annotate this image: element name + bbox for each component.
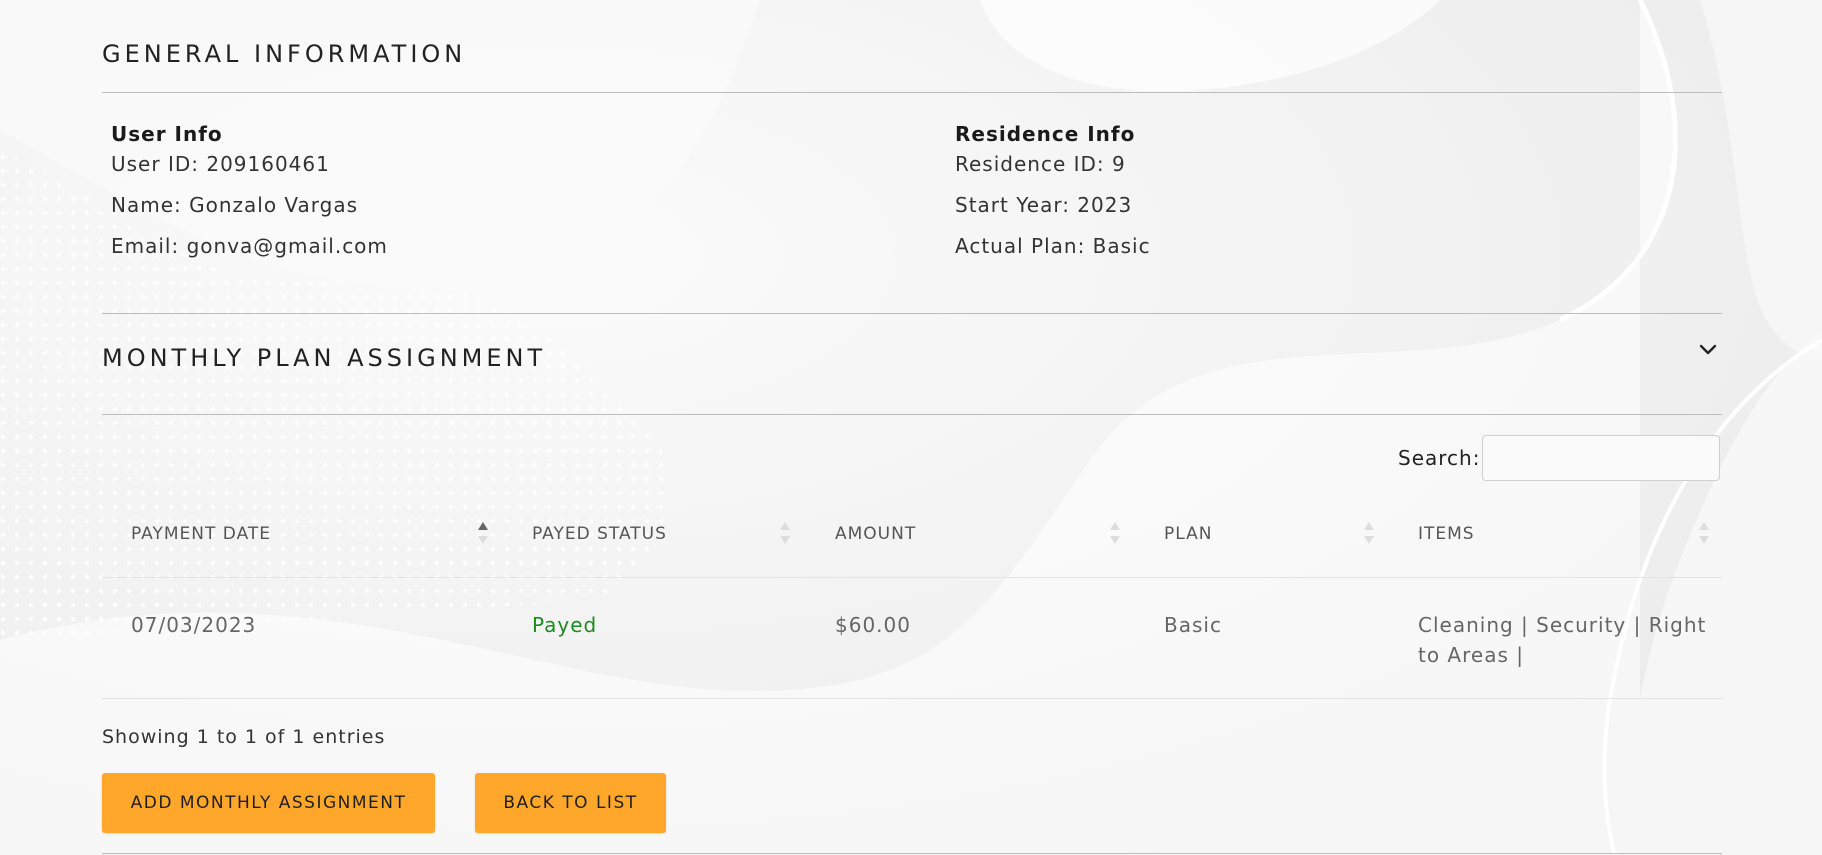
actual-plan-text: Actual Plan: Basic <box>955 234 1151 258</box>
column-header-payed-status[interactable]: PAYED STATUS <box>532 524 667 544</box>
search-input[interactable] <box>1482 435 1720 481</box>
divider <box>102 414 1722 415</box>
search-label: Search: <box>1398 446 1481 470</box>
divider <box>102 92 1722 93</box>
cell-items-line-2: to Areas | <box>1418 643 1524 667</box>
add-monthly-assignment-button[interactable]: ADD MONTHLY ASSIGNMENT <box>102 773 435 833</box>
cell-payment-date: 07/03/2023 <box>131 613 257 637</box>
residence-info-block: Residence Info Residence ID: 9 Start Yea… <box>955 122 1151 275</box>
sort-icon[interactable] <box>1363 520 1375 546</box>
chevron-down-icon[interactable] <box>1696 338 1720 362</box>
table-info-text: Showing 1 to 1 of 1 entries <box>102 726 386 748</box>
content-wrapper: GENERAL INFORMATION User Info User ID: 2… <box>102 0 1722 855</box>
divider <box>102 577 1722 578</box>
column-header-payment-date[interactable]: PAYMENT DATE <box>131 524 271 544</box>
user-info-heading: User Info <box>111 122 223 146</box>
column-header-plan[interactable]: PLAN <box>1164 524 1212 544</box>
cell-amount: $60.00 <box>835 613 911 637</box>
divider <box>102 313 1722 314</box>
user-id-text: User ID: 209160461 <box>111 152 330 176</box>
cell-items: Cleaning | Security | Right to Areas | <box>1418 610 1718 670</box>
sort-asc-icon[interactable] <box>477 520 489 546</box>
back-to-list-button[interactable]: BACK TO LIST <box>475 773 666 833</box>
cell-items-line-1: Cleaning | Security | Right <box>1418 613 1707 637</box>
user-info-block: User Info User ID: 209160461 Name: Gonza… <box>111 122 388 275</box>
general-info-title: GENERAL INFORMATION <box>102 40 467 68</box>
start-year-text: Start Year: 2023 <box>955 193 1133 217</box>
residence-id-text: Residence ID: 9 <box>955 152 1126 176</box>
residence-info-heading: Residence Info <box>955 122 1136 146</box>
monthly-plan-title: MONTHLY PLAN ASSIGNMENT <box>102 344 547 372</box>
sort-icon[interactable] <box>1109 520 1121 546</box>
column-header-items[interactable]: ITEMS <box>1418 524 1475 544</box>
divider <box>102 853 1722 854</box>
user-name-text: Name: Gonzalo Vargas <box>111 193 359 217</box>
cell-payed-status: Payed <box>532 613 598 637</box>
sort-icon[interactable] <box>1698 520 1710 546</box>
cell-plan: Basic <box>1164 613 1222 637</box>
user-email-text: Email: gonva@gmail.com <box>111 234 388 258</box>
column-header-amount[interactable]: AMOUNT <box>835 524 916 544</box>
divider <box>102 698 1722 699</box>
sort-icon[interactable] <box>779 520 791 546</box>
